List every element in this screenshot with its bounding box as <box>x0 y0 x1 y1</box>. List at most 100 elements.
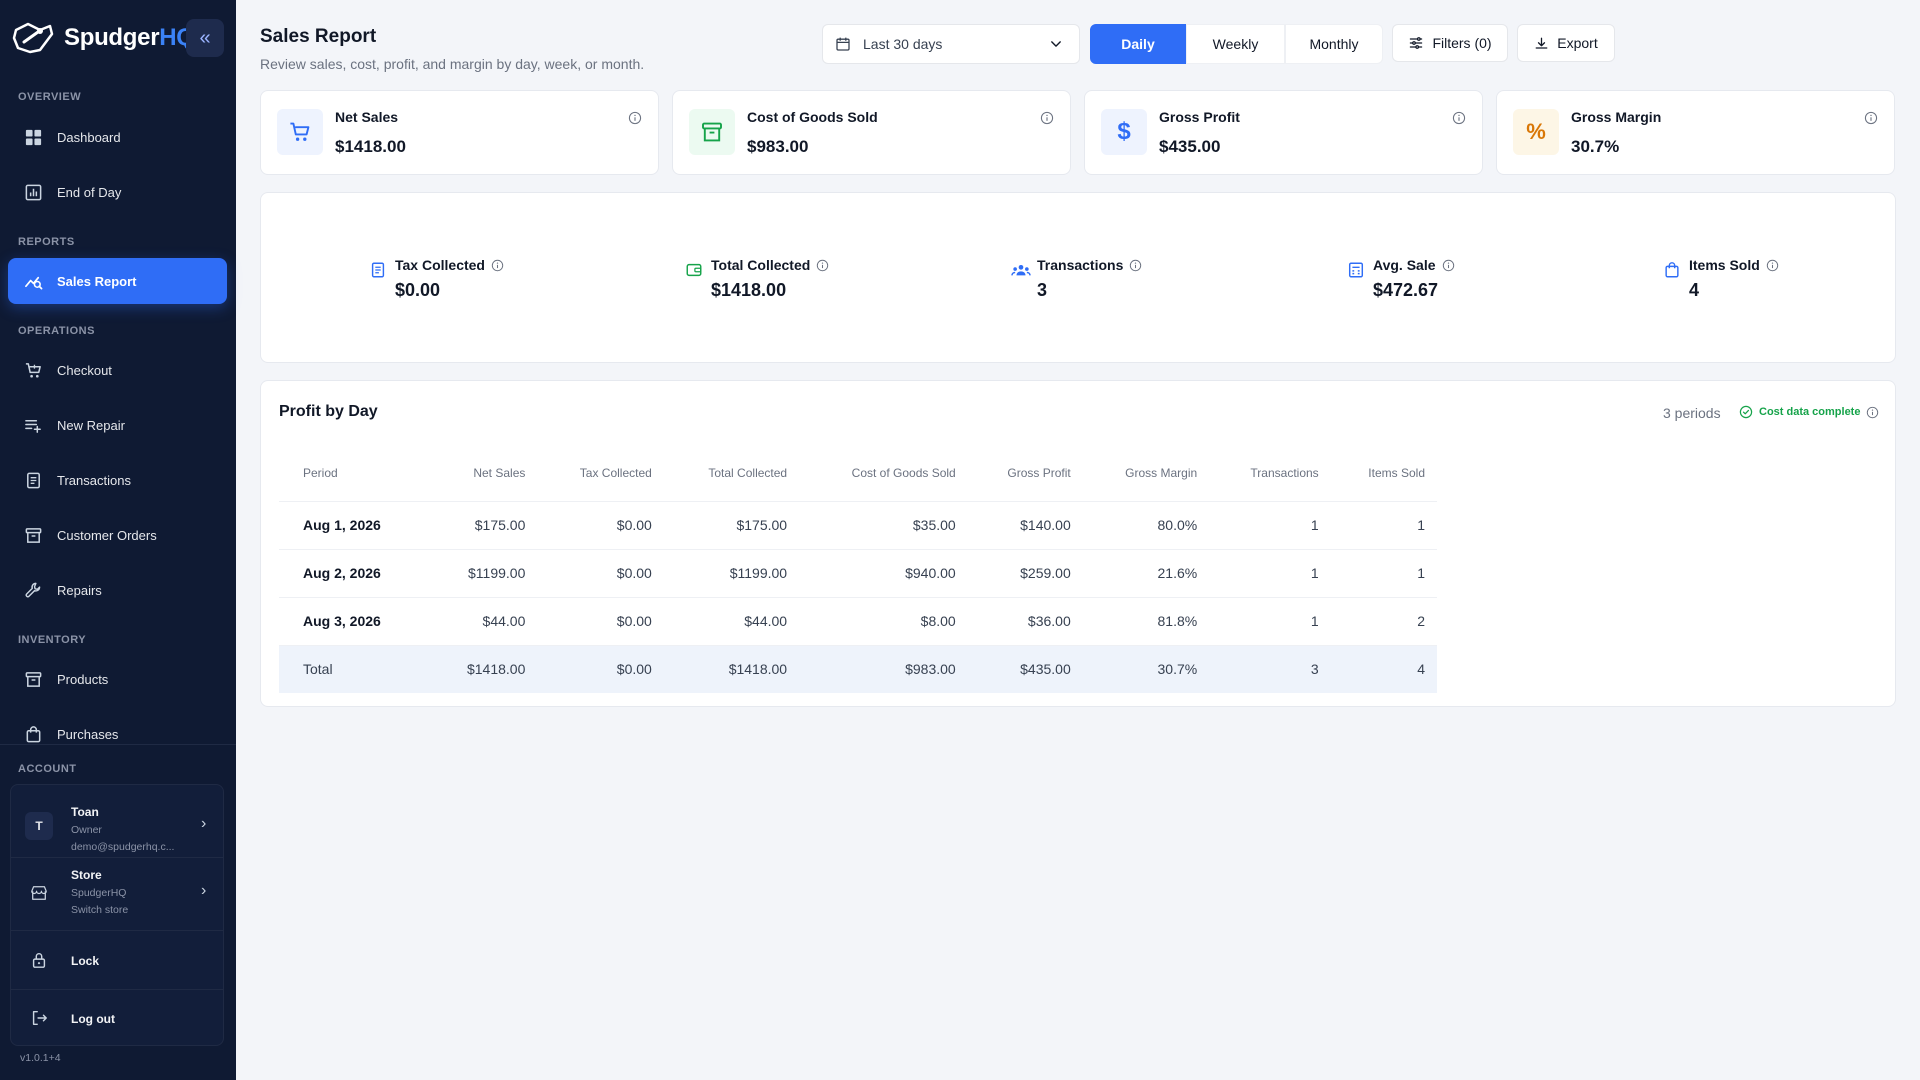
info-icon[interactable] <box>1866 406 1879 419</box>
switch-store-label: Switch store <box>71 904 129 916</box>
stat-label: Transactions <box>1037 257 1124 273</box>
bar-chart-icon <box>25 184 42 200</box>
column-header[interactable]: Gross Margin <box>1082 445 1210 502</box>
kpi-icon-box: % <box>1513 109 1559 155</box>
stat-label: Total Collected <box>711 257 811 273</box>
cart-icon <box>290 122 310 141</box>
kpi-card-net-sales: Net Sales $1418.00 <box>260 90 659 175</box>
lock-button[interactable]: Lock <box>11 931 223 989</box>
column-header[interactable]: Period <box>279 445 429 502</box>
sidebar-item-label: Customer Orders <box>57 527 157 543</box>
date-range-select[interactable]: Last 30 days <box>822 24 1080 64</box>
table-cell: $1418.00 <box>663 645 800 693</box>
bag-icon <box>1665 262 1679 278</box>
info-icon[interactable] <box>1766 259 1779 272</box>
wallet-icon <box>686 263 702 277</box>
table-cell: $44.00 <box>663 597 800 646</box>
table-cell: 1 <box>1209 549 1331 598</box>
users-icon <box>1011 264 1031 276</box>
tab-weekly[interactable]: Weekly <box>1186 24 1285 64</box>
table-row: Aug 1, 2026 $175.00 $0.00 $175.00 $35.00… <box>279 501 1437 550</box>
sidebar-item-customer-orders[interactable]: Customer Orders <box>8 512 227 558</box>
sidebar-item-transactions[interactable]: Transactions <box>8 457 227 503</box>
table-cell: $259.00 <box>967 549 1083 598</box>
info-icon[interactable] <box>628 111 642 125</box>
store-switcher[interactable]: Store SpudgerHQ Switch store › <box>11 858 223 930</box>
table-cell: 1 <box>1209 597 1331 646</box>
page-subtitle: Review sales, cost, profit, and margin b… <box>260 56 645 72</box>
sidebar-item-dashboard[interactable]: Dashboard <box>8 114 227 160</box>
sidebar-item-purchases[interactable]: Purchases <box>8 711 227 757</box>
sidebar-item-sales-report[interactable]: Sales Report <box>8 258 227 304</box>
kpi-card-cogs: Cost of Goods Sold $983.00 <box>672 90 1071 175</box>
logout-button[interactable]: Log out <box>11 990 223 1046</box>
check-circle-icon <box>1739 405 1753 419</box>
sidebar-item-new-repair[interactable]: New Repair <box>8 402 227 448</box>
sidebar-item-label: Repairs <box>57 582 102 598</box>
tab-daily[interactable]: Daily <box>1090 24 1186 64</box>
info-icon[interactable] <box>1452 111 1466 125</box>
kpi-value: $1418.00 <box>335 137 406 156</box>
column-header[interactable]: Gross Profit <box>967 445 1083 502</box>
chevron-right-icon: › <box>201 815 207 832</box>
export-button[interactable]: Export <box>1517 24 1615 62</box>
store-name: SpudgerHQ <box>71 887 127 899</box>
kpi-value: $983.00 <box>747 137 809 156</box>
app-version: v1.0.1+4 <box>20 1052 61 1064</box>
section-label-reports: REPORTS <box>18 236 75 248</box>
table-cell: 30.7% <box>1082 645 1210 693</box>
table-cell: $140.00 <box>967 501 1083 550</box>
info-icon[interactable] <box>491 259 504 272</box>
store-icon <box>31 886 47 900</box>
table-cell: 1 <box>1209 501 1331 550</box>
sidebar-item-label: Sales Report <box>57 273 137 289</box>
table-cell: $983.00 <box>799 645 968 693</box>
tab-monthly[interactable]: Monthly <box>1285 24 1383 64</box>
info-icon[interactable] <box>816 259 829 272</box>
sidebar-item-label: New Repair <box>57 417 125 433</box>
table-total-row: Total $1418.00 $0.00 $1418.00 $983.00 $4… <box>279 645 1437 693</box>
chevron-right-icon: › <box>201 882 207 899</box>
wrench-icon <box>25 582 41 597</box>
user-menu[interactable]: T Toan Owner demo@spudgerhq.c... › <box>11 795 223 857</box>
info-icon[interactable] <box>1129 259 1142 272</box>
filters-button[interactable]: Filters (0) <box>1392 24 1508 62</box>
spudger-logo-icon <box>12 22 54 54</box>
table-cell: Aug 1, 2026 <box>279 501 429 550</box>
table-title: Profit by Day <box>279 403 378 420</box>
receipt-icon <box>27 472 40 488</box>
column-header[interactable]: Total Collected <box>663 445 800 502</box>
status-label: Cost data complete <box>1759 406 1861 418</box>
calendar-icon <box>836 37 850 51</box>
collapse-sidebar-button[interactable]: « <box>186 19 224 57</box>
sidebar-item-checkout[interactable]: Checkout <box>8 347 227 393</box>
info-icon[interactable] <box>1040 111 1054 125</box>
table-cell: 81.8% <box>1082 597 1210 646</box>
column-header[interactable]: Net Sales <box>428 445 538 502</box>
kpi-card-gross-margin: % Gross Margin 30.7% <box>1496 90 1895 175</box>
column-header[interactable]: Transactions <box>1209 445 1331 502</box>
period-count: 3 periods <box>1663 405 1721 421</box>
info-icon[interactable] <box>1864 111 1878 125</box>
table-cell: $0.00 <box>537 645 664 693</box>
sidebar-item-end-of-day[interactable]: End of Day <box>8 169 227 215</box>
sidebar-item-label: Checkout <box>57 362 112 378</box>
brand[interactable]: SpudgerHQ <box>10 20 195 56</box>
table-cell: $0.00 <box>537 549 664 598</box>
export-label: Export <box>1557 35 1598 51</box>
dollar-icon: $ <box>1117 118 1131 145</box>
stat-value: $1418.00 <box>711 280 787 300</box>
column-header[interactable]: Items Sold <box>1330 445 1437 502</box>
table-cell: 3 <box>1209 645 1331 693</box>
table-row: Aug 2, 2026 $1199.00 $0.00 $1199.00 $940… <box>279 549 1437 598</box>
store-title: Store <box>71 868 102 882</box>
profit-table-card: Profit by Day 3 periods Cost data comple… <box>260 380 1896 707</box>
column-header[interactable]: Cost of Goods Sold <box>799 445 968 502</box>
sidebar-item-products[interactable]: Products <box>8 656 227 702</box>
user-email: demo@spudgerhq.c... <box>71 841 175 853</box>
filters-label: Filters (0) <box>1432 35 1492 51</box>
table-cell: $175.00 <box>428 501 538 550</box>
sidebar-item-repairs[interactable]: Repairs <box>8 567 227 613</box>
column-header[interactable]: Tax Collected <box>537 445 664 502</box>
info-icon[interactable] <box>1442 259 1455 272</box>
